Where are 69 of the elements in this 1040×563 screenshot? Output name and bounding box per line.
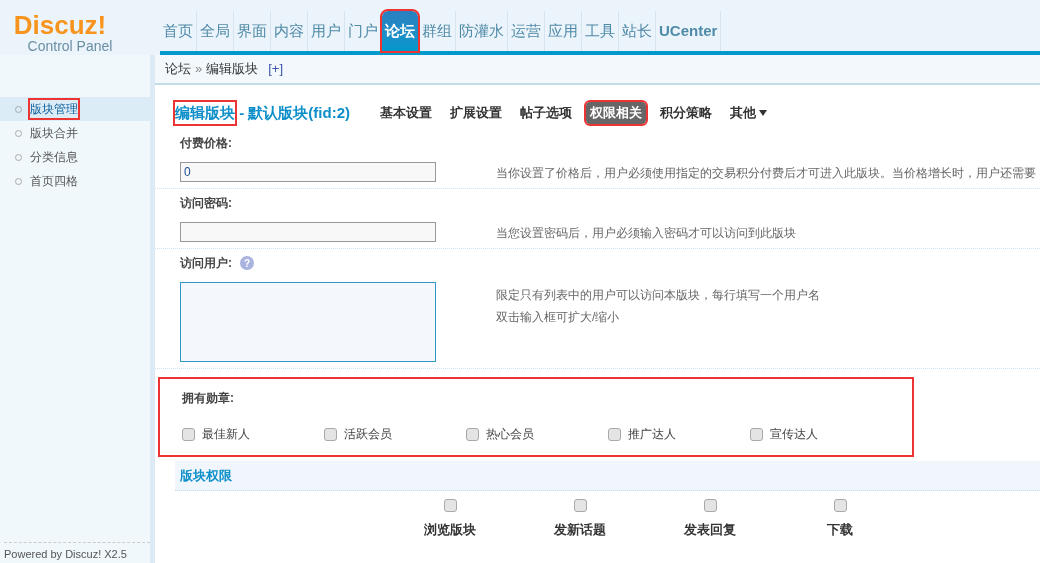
- sidebar-item[interactable]: 版块管理: [0, 97, 150, 121]
- column-header: 下载: [827, 521, 853, 539]
- section-tab[interactable]: 积分策略: [656, 102, 716, 124]
- add-link[interactable]: [+]: [268, 59, 284, 79]
- section-tab[interactable]: 权限相关: [586, 102, 646, 124]
- help-text: 双击输入框可扩大/缩小: [496, 309, 621, 326]
- logo-subtitle: Control Panel: [27, 38, 113, 54]
- nav-tab[interactable]: 群组: [419, 11, 455, 51]
- nav-tab[interactable]: 应用: [545, 11, 581, 51]
- nav-tab[interactable]: 防灌水: [456, 11, 507, 51]
- medal-label: 热心会员: [486, 426, 534, 443]
- column-header: 浏览版块: [424, 521, 476, 539]
- field-label: 访问用户:: [180, 255, 232, 272]
- nav-tab[interactable]: UCenter: [656, 11, 721, 51]
- help-text: 当您设置密码后，用户必须输入密码才可以访问到此版块: [496, 225, 796, 242]
- section-tab[interactable]: 其他: [726, 102, 771, 124]
- sidebar-label: 分类信息: [30, 149, 78, 166]
- field-label: 拥有勋章:: [182, 390, 235, 407]
- page-subtitle: - 默认版块(fid:2): [238, 102, 350, 123]
- checkbox[interactable]: [750, 427, 763, 441]
- nav-tab[interactable]: 工具: [582, 11, 618, 51]
- checkbox[interactable]: [573, 499, 587, 512]
- nav-tab[interactable]: 首页: [160, 11, 196, 51]
- sidebar-item[interactable]: 首页四格: [0, 169, 150, 193]
- nav-tab[interactable]: 用户: [308, 11, 344, 51]
- input-field[interactable]: [180, 222, 436, 242]
- logo: Discuz!: [13, 12, 107, 38]
- sidebar-item[interactable]: 分类信息: [0, 145, 150, 169]
- sidebar-item[interactable]: 版块合并: [0, 121, 150, 145]
- medal-label: 最佳新人: [202, 426, 250, 443]
- column-header: 发新话题: [554, 521, 606, 539]
- checkbox[interactable]: [324, 427, 337, 441]
- breadcrumb-link[interactable]: 论坛: [165, 59, 191, 79]
- nav-tab[interactable]: 内容: [271, 11, 307, 51]
- section-tab[interactable]: 扩展设置: [446, 102, 506, 124]
- breadcrumb-separator: »: [195, 60, 203, 79]
- nav-tab[interactable]: 运营: [508, 11, 544, 51]
- sidebar-label: 版块管理: [30, 100, 78, 118]
- sidebar-label: 首页四格: [30, 173, 78, 190]
- nav-tab[interactable]: 全局: [197, 11, 233, 51]
- section-title: 版块权限: [180, 466, 232, 485]
- users-textarea[interactable]: [180, 282, 436, 362]
- help-text: 当你设置了价格后，用户必须使用指定的交易积分付费后才可进入此版块。当价格增长时，用户还需要: [496, 165, 1036, 182]
- nav-tab[interactable]: 界面: [234, 11, 270, 51]
- column-header: 发表回复: [684, 521, 736, 539]
- input-field[interactable]: 0: [180, 162, 436, 182]
- field-label: 访问密码:: [180, 195, 232, 212]
- help-icon[interactable]: ?: [240, 256, 254, 270]
- caret-icon: [759, 110, 767, 116]
- checkbox[interactable]: [833, 499, 847, 512]
- checkbox[interactable]: [466, 427, 479, 441]
- section-tab[interactable]: 基本设置: [376, 102, 436, 124]
- medal-label: 推广达人: [628, 426, 676, 443]
- footer-text: Powered by Discuz! X2.5: [4, 548, 127, 560]
- checkbox[interactable]: [608, 427, 621, 441]
- checkbox[interactable]: [182, 427, 195, 441]
- sidebar-label: 版块合并: [30, 125, 78, 142]
- help-text: 限定只有列表中的用户可以访问本版块，每行填写一个用户名: [496, 287, 820, 304]
- field-label: 付费价格:: [180, 135, 232, 152]
- medal-label: 宣传达人: [770, 426, 818, 443]
- breadcrumb-current: 编辑版块: [206, 60, 259, 79]
- nav-tab[interactable]: 论坛: [382, 11, 418, 51]
- checkbox[interactable]: [443, 499, 457, 512]
- medal-label: 活跃会员: [344, 426, 392, 443]
- section-tab[interactable]: 帖子选项: [516, 102, 576, 124]
- nav-tab[interactable]: 门户: [345, 11, 381, 51]
- checkbox[interactable]: [703, 499, 717, 512]
- nav-tab[interactable]: 站长: [619, 11, 655, 51]
- page-title: 编辑版块: [175, 101, 235, 125]
